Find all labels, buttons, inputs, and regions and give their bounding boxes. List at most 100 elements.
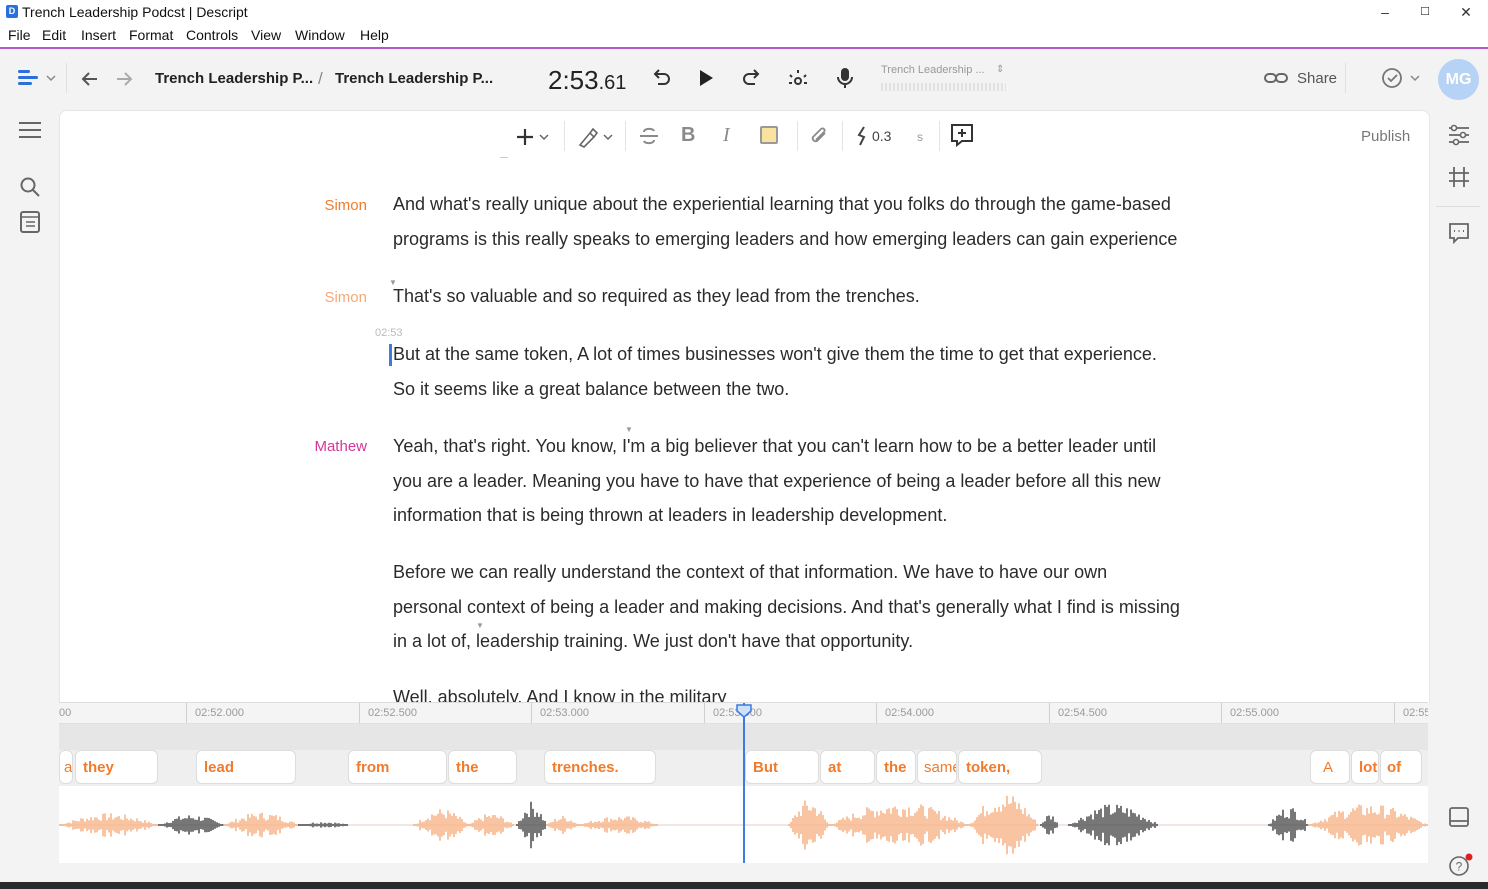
word-block[interactable]: the <box>876 750 916 784</box>
breadcrumb-project[interactable]: Trench Leadership P... <box>155 70 313 87</box>
top-toolbar: Trench Leadership P... / Trench Leadersh… <box>0 49 1488 109</box>
svg-text:?: ? <box>1456 860 1463 874</box>
menu-controls[interactable]: Controls <box>186 27 238 43</box>
skip-forward-icon[interactable] <box>741 67 763 94</box>
transcript-paragraph[interactable]: And what's really unique about the exper… <box>393 187 1213 256</box>
word-block[interactable]: of <box>1380 750 1422 784</box>
word-block[interactable]: trenches. <box>544 750 656 784</box>
title-bar: D Trench Leadership Podcst | Descript – … <box>0 0 1488 25</box>
word-block[interactable]: But <box>745 750 819 784</box>
menu-window[interactable]: Window <box>295 27 345 43</box>
review-status-icon[interactable] <box>1381 67 1421 94</box>
menu-file[interactable]: File <box>8 27 31 43</box>
word-block[interactable]: same <box>917 750 957 784</box>
studio-sound-icon[interactable] <box>786 67 810 96</box>
attachment-icon[interactable] <box>808 125 830 152</box>
descript-app-icon: D <box>6 5 18 18</box>
comment-icon[interactable] <box>1448 222 1470 249</box>
divider <box>797 121 798 151</box>
speaker-label[interactable]: Mathew <box>247 438 367 455</box>
highlight-icon[interactable] <box>760 126 778 144</box>
track-select-chevron-icon[interactable]: ⇕ <box>996 64 1004 75</box>
divider <box>842 121 843 151</box>
insert-menu-icon[interactable] <box>515 125 551 154</box>
word-block[interactable]: they <box>75 750 158 784</box>
hamburger-menu-icon[interactable] <box>18 120 42 145</box>
transcript-line: Well, absolutely. And I know in the mili… <box>393 687 727 703</box>
track-name[interactable]: Trench Leadership ... <box>881 64 985 76</box>
scroll-marker <box>500 157 508 158</box>
divider <box>625 121 626 151</box>
search-icon[interactable] <box>19 176 41 203</box>
menu-view[interactable]: View <box>251 27 281 43</box>
divider <box>939 121 940 151</box>
gap-icon[interactable] <box>856 125 868 152</box>
maximize-button[interactable]: ☐ <box>1410 2 1440 22</box>
playhead[interactable] <box>743 703 745 863</box>
link-icon[interactable] <box>1264 68 1288 93</box>
speaker-label[interactable]: Simon <box>247 197 367 214</box>
descript-logo-menu-icon[interactable] <box>16 67 56 94</box>
speaker-label[interactable]: Simon <box>247 289 367 306</box>
menu-insert[interactable]: Insert <box>81 27 116 43</box>
bold-icon[interactable]: B <box>681 124 695 147</box>
word-block[interactable]: a <box>59 750 73 784</box>
transcript-paragraph[interactable]: Well, absolutely. And I know in the mili… <box>393 680 1213 703</box>
menu-help[interactable]: Help <box>360 27 389 43</box>
strikethrough-icon[interactable] <box>638 125 660 152</box>
transcript-line: And what's really unique about the exper… <box>393 194 1171 214</box>
microphone-icon[interactable] <box>835 66 855 95</box>
word-block[interactable]: lead <box>196 750 296 784</box>
transcript-paragraph[interactable]: But at the same token, A lot of times bu… <box>393 337 1213 406</box>
notebook-icon[interactable] <box>19 210 41 239</box>
word-block[interactable]: A <box>1310 750 1350 784</box>
menu-edit[interactable]: Edit <box>42 27 66 43</box>
playback-time-main: 2:53 <box>548 65 599 95</box>
pause-duration-value[interactable]: 0.3 <box>872 128 891 144</box>
play-icon[interactable] <box>697 68 715 93</box>
publish-button[interactable]: Publish <box>1361 128 1410 145</box>
transcript-line: programs is this really speaks to emergi… <box>393 228 1178 249</box>
transcript-line: That's so valuable and so required as th… <box>393 286 920 306</box>
transcript-line: So it seems like a great balance between… <box>393 378 790 399</box>
transcript-paragraph[interactable]: Before we can really understand the cont… <box>393 555 1213 659</box>
forward-arrow-icon[interactable] <box>114 69 134 94</box>
avatar[interactable]: MG <box>1438 59 1479 100</box>
close-button[interactable]: ✕ <box>1451 2 1481 22</box>
playhead-handle-icon[interactable] <box>736 704 752 723</box>
divider <box>564 121 565 151</box>
ruler-tick: 02:53.000 <box>531 703 704 723</box>
transcript-line: in a lot of, leadership training. We jus… <box>393 631 914 651</box>
ruler-tick: 02:52.500 <box>359 703 531 723</box>
skip-back-icon[interactable] <box>650 67 672 94</box>
edit-tool-icon[interactable] <box>576 125 614 154</box>
menu-format[interactable]: Format <box>129 27 173 43</box>
minimize-button[interactable]: – <box>1370 2 1400 22</box>
breadcrumb-separator: / <box>318 69 323 88</box>
word-block[interactable]: from <box>348 750 447 784</box>
word-block[interactable]: the <box>448 750 517 784</box>
ruler-tick: 02:53.500 <box>704 703 876 723</box>
ruler-tick: 02:55 <box>1394 703 1428 723</box>
word-block[interactable]: at <box>820 750 875 784</box>
playback-time-fraction: .61 <box>598 72 627 94</box>
properties-icon[interactable] <box>1448 124 1470 151</box>
word-block[interactable]: token, <box>958 750 1042 784</box>
back-arrow-icon[interactable] <box>80 69 100 94</box>
transcript-paragraph[interactable]: Yeah, that's right. You know, I'm a big … <box>393 429 1213 533</box>
add-comment-icon[interactable] <box>950 123 974 152</box>
divider <box>1345 63 1346 93</box>
panel-icon[interactable] <box>1448 806 1470 833</box>
transcript-paragraph[interactable]: That's so valuable and so required as th… <box>393 279 1213 314</box>
italic-icon[interactable]: I <box>723 124 730 147</box>
breadcrumb-composition[interactable]: Trench Leadership P... <box>335 70 493 87</box>
transcript-line: you are a leader. Meaning you have to ha… <box>393 470 1161 491</box>
grid-icon[interactable] <box>1448 166 1470 193</box>
help-icon[interactable]: ? <box>1448 853 1474 882</box>
share-button[interactable]: Share <box>1297 70 1337 87</box>
text-cursor <box>389 344 392 366</box>
word-block[interactable]: lot <box>1351 750 1379 784</box>
timeline[interactable]: 00 02:52.000 02:52.500 02:53.000 02:53.5… <box>59 702 1428 863</box>
input-level-meter <box>881 83 1006 91</box>
transcript-editor: B I 0.3 s Publish Simon And what's reall… <box>59 110 1430 703</box>
